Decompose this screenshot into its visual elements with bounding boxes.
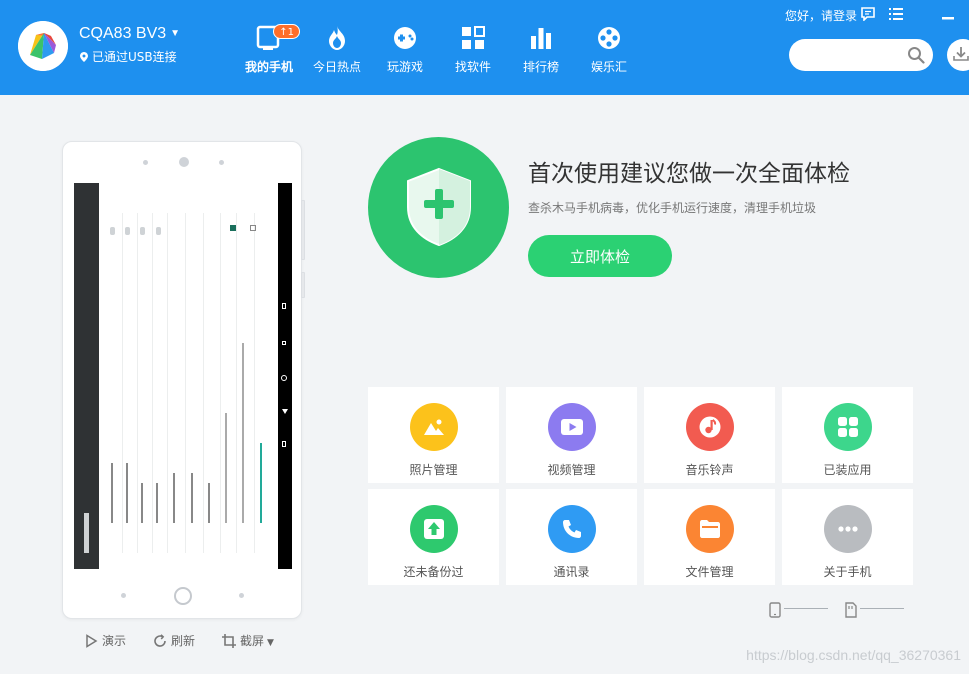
location-pin-icon: [80, 52, 88, 62]
more-icon: [824, 505, 872, 553]
login-link[interactable]: 您好，请登录: [785, 7, 857, 24]
tile-contacts[interactable]: 通讯录: [506, 489, 637, 585]
shield-icon: [407, 167, 471, 247]
device-name: CQA83 BV3: [79, 25, 167, 42]
search-box[interactable]: [789, 39, 933, 71]
phone-volume-button: [301, 200, 305, 260]
film-reel-icon: [598, 27, 620, 49]
phone-screen-mirror[interactable]: [74, 183, 292, 569]
download-button[interactable]: [947, 39, 969, 71]
music-icon: [686, 403, 734, 451]
top-right-controls: 您好，请登录: [0, 6, 969, 24]
phone-preview: [62, 141, 305, 619]
nav-games[interactable]: 玩游戏: [372, 24, 438, 80]
phone-call-icon: [548, 505, 596, 553]
minimize-icon[interactable]: [941, 7, 955, 21]
refresh-button[interactable]: 刷新: [153, 632, 195, 649]
photo-icon: [410, 403, 458, 451]
phone-storage-indicator[interactable]: [768, 602, 828, 618]
sd-card-storage-indicator[interactable]: [844, 602, 904, 618]
tile-installed-apps[interactable]: 已装应用: [782, 387, 913, 483]
chevron-down-icon: ▼: [267, 638, 274, 648]
video-icon: [548, 403, 596, 451]
crop-icon: [222, 634, 236, 648]
app-logo: [18, 21, 68, 71]
phone-sensor: [143, 160, 148, 165]
search-icon[interactable]: [907, 46, 925, 64]
menu-icon[interactable]: [889, 7, 903, 21]
update-badge: ↑1: [273, 24, 300, 39]
tile-backup[interactable]: 还未备份过: [368, 489, 499, 585]
refresh-icon: [154, 634, 166, 647]
chevron-down-icon: ▼: [170, 28, 181, 40]
phone-storage-icon: [769, 602, 781, 618]
tile-video-management[interactable]: 视频管理: [506, 387, 637, 483]
top-header: CQA83 BV3 ▼ 已通过USB连接 ↑1 我的手机 今日热点 玩游戏 找软件…: [0, 0, 969, 95]
checkup-shield: [368, 137, 509, 278]
phone-home-button: [174, 587, 192, 605]
apps-icon: [824, 403, 872, 451]
tile-music-ringtones[interactable]: 音乐铃声: [644, 387, 775, 483]
checkup-title: 首次使用建议您做一次全面体检: [528, 161, 850, 187]
connection-status: 已通过USB连接: [80, 48, 177, 65]
watermark: https://blog.csdn.net/qq_36270361: [746, 647, 961, 663]
play-icon: [86, 634, 98, 648]
nav-software[interactable]: 找软件: [440, 24, 506, 80]
nav-my-phone[interactable]: ↑1 我的手机: [236, 24, 302, 80]
demo-button[interactable]: 演示: [84, 632, 126, 649]
tile-photo-management[interactable]: 照片管理: [368, 387, 499, 483]
grid-apps-icon: [462, 26, 485, 49]
download-icon: [953, 47, 969, 61]
checkup-subtitle: 查杀木马手机病毒，优化手机运行速度，清理手机垃圾: [528, 201, 817, 215]
nav-hot-today[interactable]: 今日热点: [304, 24, 370, 80]
gamepad-icon: [394, 27, 416, 49]
phone-camera: [179, 157, 189, 167]
nav-ranking[interactable]: 排行榜: [508, 24, 574, 80]
start-checkup-button[interactable]: 立即体检: [528, 235, 672, 277]
phone-power-button: [301, 272, 305, 298]
folder-icon: [686, 505, 734, 553]
message-icon[interactable]: [861, 7, 875, 21]
nav-entertainment[interactable]: 娱乐汇: [576, 24, 642, 80]
screen-sidebar: [74, 183, 99, 569]
search-input[interactable]: [803, 39, 913, 71]
device-name-dropdown[interactable]: CQA83 BV3 ▼: [79, 25, 180, 43]
phone-sensor: [219, 160, 224, 165]
tile-file-management[interactable]: 文件管理: [644, 489, 775, 585]
bar-chart-icon: [531, 28, 551, 49]
sd-card-icon: [845, 602, 857, 618]
flame-icon: [329, 26, 345, 50]
screenshot-button[interactable]: 截屏 ▼: [222, 632, 274, 649]
backup-icon: [410, 505, 458, 553]
tile-about-phone[interactable]: 关于手机: [782, 489, 913, 585]
